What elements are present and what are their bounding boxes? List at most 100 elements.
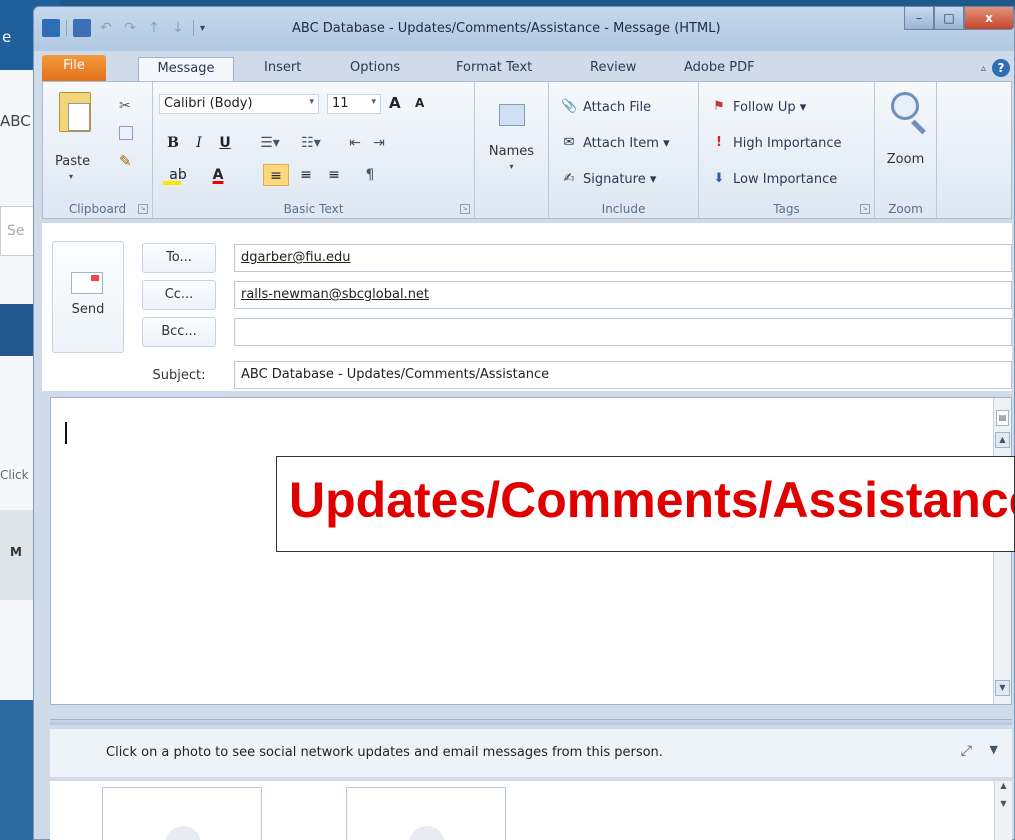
clipboard-launcher-icon[interactable]: ↘ xyxy=(138,204,148,214)
minimize-button[interactable]: – xyxy=(904,6,934,30)
low-importance-button[interactable]: ⬇ Low Importance xyxy=(711,168,838,190)
bcc-field[interactable] xyxy=(234,318,1012,346)
envelope-icon xyxy=(71,272,103,294)
basic-text-launcher-icon[interactable]: ↘ xyxy=(460,204,470,214)
subject-label: Subject: xyxy=(152,368,206,383)
decrease-indent-icon[interactable]: ⇤ xyxy=(343,132,367,154)
address-book-icon[interactable] xyxy=(499,104,525,126)
tags-launcher-icon[interactable]: ↘ xyxy=(860,204,870,214)
attach-item-icon: ✉ xyxy=(563,135,575,150)
maximize-button[interactable]: □ xyxy=(934,6,964,30)
chevron-down-icon[interactable]: ▼ xyxy=(990,743,998,756)
follow-up-button[interactable]: ⚑ Follow Up ▾ xyxy=(711,96,806,118)
scroll-up-icon[interactable]: ▲ xyxy=(995,432,1010,448)
font-name-dropdown[interactable]: Calibri (Body) ▾ xyxy=(159,94,319,114)
format-painter-icon[interactable]: ✎ xyxy=(119,152,132,170)
outlook-message-window: ↶ ↷ ↑ ↓ ▾ ABC Database - Updates/Comment… xyxy=(33,6,1015,840)
caption-overlay: Updates/Comments/Assistance xyxy=(276,456,1015,552)
bullets-icon[interactable]: ☰▾ xyxy=(253,132,287,154)
people-pane-splitter[interactable] xyxy=(50,719,1012,725)
font-size-dropdown[interactable]: 11 ▾ xyxy=(327,94,381,114)
numbering-icon[interactable]: ☷▾ xyxy=(293,132,329,154)
highlight-icon[interactable]: ab xyxy=(161,164,195,186)
magnifier-icon[interactable] xyxy=(891,92,919,120)
help-icon[interactable]: ? xyxy=(992,59,1010,77)
tab-file[interactable]: File xyxy=(42,55,106,81)
font-color-icon[interactable]: A xyxy=(201,164,235,186)
ruler-icon[interactable]: ▤ xyxy=(996,410,1009,426)
bold-button[interactable]: B xyxy=(163,132,183,154)
save-icon[interactable] xyxy=(73,19,91,37)
increase-indent-icon[interactable]: ⇥ xyxy=(367,132,391,154)
underline-button[interactable]: U xyxy=(215,132,235,154)
cut-icon[interactable]: ✂ xyxy=(119,98,131,114)
close-button[interactable]: x xyxy=(964,6,1014,30)
minimize-ribbon-icon[interactable]: ▵ xyxy=(981,63,986,74)
align-center-icon[interactable]: ≡ xyxy=(293,164,319,186)
window-title: ABC Database - Updates/Comments/Assistan… xyxy=(292,21,721,36)
send-label: Send xyxy=(71,302,105,317)
window-controls: – □ x xyxy=(904,6,1014,30)
tags-group: ⚑ Follow Up ▾ ! High Importance ⬇ Low Impor… xyxy=(699,82,875,218)
down-arrow-icon[interactable]: ↓ xyxy=(169,19,187,37)
cc-field[interactable]: ralls-newman@sbcglobal.net xyxy=(234,281,1012,309)
italic-button[interactable]: I xyxy=(189,132,209,154)
contact-photo[interactable] xyxy=(346,787,506,840)
chevron-down-icon: ▾ xyxy=(371,97,376,107)
chevron-down-icon: ▾ xyxy=(309,97,314,107)
exclamation-icon: ! xyxy=(716,135,722,150)
zoom-group: Zoom Zoom xyxy=(875,82,937,218)
copy-icon[interactable] xyxy=(119,126,133,140)
qat-separator xyxy=(66,20,67,36)
bcc-button[interactable]: Bcc... xyxy=(142,317,216,347)
signature-button[interactable]: ✍ Signature ▾ xyxy=(561,168,657,190)
tags-group-label: Tags xyxy=(773,202,800,216)
basic-text-group: Calibri (Body) ▾ 11 ▾ A A B I U ☰▾ ☷▾ ⇤ ⇥ … xyxy=(153,82,475,218)
paste-button[interactable]: Paste xyxy=(55,154,90,169)
background-click-text: Click xyxy=(0,468,29,482)
zoom-button[interactable]: Zoom xyxy=(875,152,936,167)
people-pane-scrollbar[interactable]: ▲ ▼ xyxy=(994,781,1012,840)
ribbon: Paste ▾ ✂ ✎ Clipboard ↘ Calibri (Body) ▾ … xyxy=(42,81,1012,219)
paste-icon[interactable] xyxy=(59,92,91,132)
people-pane-info-bar: Click on a photo to see social network u… xyxy=(50,729,1012,777)
customize-qat-dropdown-icon[interactable]: ▾ xyxy=(200,23,205,34)
scroll-down-icon[interactable]: ▼ xyxy=(995,680,1010,696)
quick-access-toolbar: ↶ ↷ ↑ ↓ ▾ xyxy=(42,19,205,37)
shrink-font-button[interactable]: A xyxy=(415,96,424,110)
signature-icon: ✍ xyxy=(563,171,575,186)
to-button[interactable]: To... xyxy=(142,243,216,273)
grow-font-button[interactable]: A xyxy=(389,94,401,112)
high-importance-button[interactable]: ! High Importance xyxy=(711,132,841,154)
names-dropdown-icon[interactable]: ▾ xyxy=(475,162,548,171)
redo-icon[interactable]: ↷ xyxy=(121,19,139,37)
tab-adobe-pdf[interactable]: Adobe PDF xyxy=(676,57,763,81)
subject-field[interactable]: ABC Database - Updates/Comments/Assistan… xyxy=(234,361,1012,389)
font-name-value: Calibri (Body) xyxy=(164,96,253,111)
tab-review[interactable]: Review xyxy=(582,57,644,81)
expand-icon[interactable]: ⤢ xyxy=(961,743,972,759)
help-area: ▵ ? xyxy=(981,59,1010,77)
tab-options[interactable]: Options xyxy=(342,57,408,81)
cc-button[interactable]: Cc... xyxy=(142,280,216,310)
align-right-icon[interactable]: ≡ xyxy=(321,164,347,186)
names-group: Names ▾ xyxy=(475,82,549,218)
include-group: 📎 Attach File ✉ Attach Item ▾ ✍ Signature ▾… xyxy=(549,82,699,218)
tab-insert[interactable]: Insert xyxy=(256,57,309,81)
contact-photo[interactable] xyxy=(102,787,262,840)
attach-item-button[interactable]: ✉ Attach Item ▾ xyxy=(561,132,670,154)
attach-file-button[interactable]: 📎 Attach File xyxy=(561,96,651,118)
send-button[interactable]: Send xyxy=(52,241,124,353)
align-left-icon[interactable]: ≡ xyxy=(263,164,289,186)
up-arrow-icon[interactable]: ↑ xyxy=(145,19,163,37)
paste-dropdown-icon[interactable]: ▾ xyxy=(69,172,73,181)
zoom-group-label: Zoom xyxy=(888,202,923,216)
undo-icon[interactable]: ↶ xyxy=(97,19,115,37)
names-button[interactable]: Names xyxy=(475,144,548,159)
styles-icon[interactable]: ¶ xyxy=(357,164,383,186)
to-field[interactable]: dgarber@fiu.edu xyxy=(234,244,1012,272)
include-group-label: Include xyxy=(601,202,646,216)
outlook-app-icon[interactable] xyxy=(42,19,60,37)
tab-message[interactable]: Message xyxy=(138,57,234,81)
tab-format-text[interactable]: Format Text xyxy=(448,57,540,81)
